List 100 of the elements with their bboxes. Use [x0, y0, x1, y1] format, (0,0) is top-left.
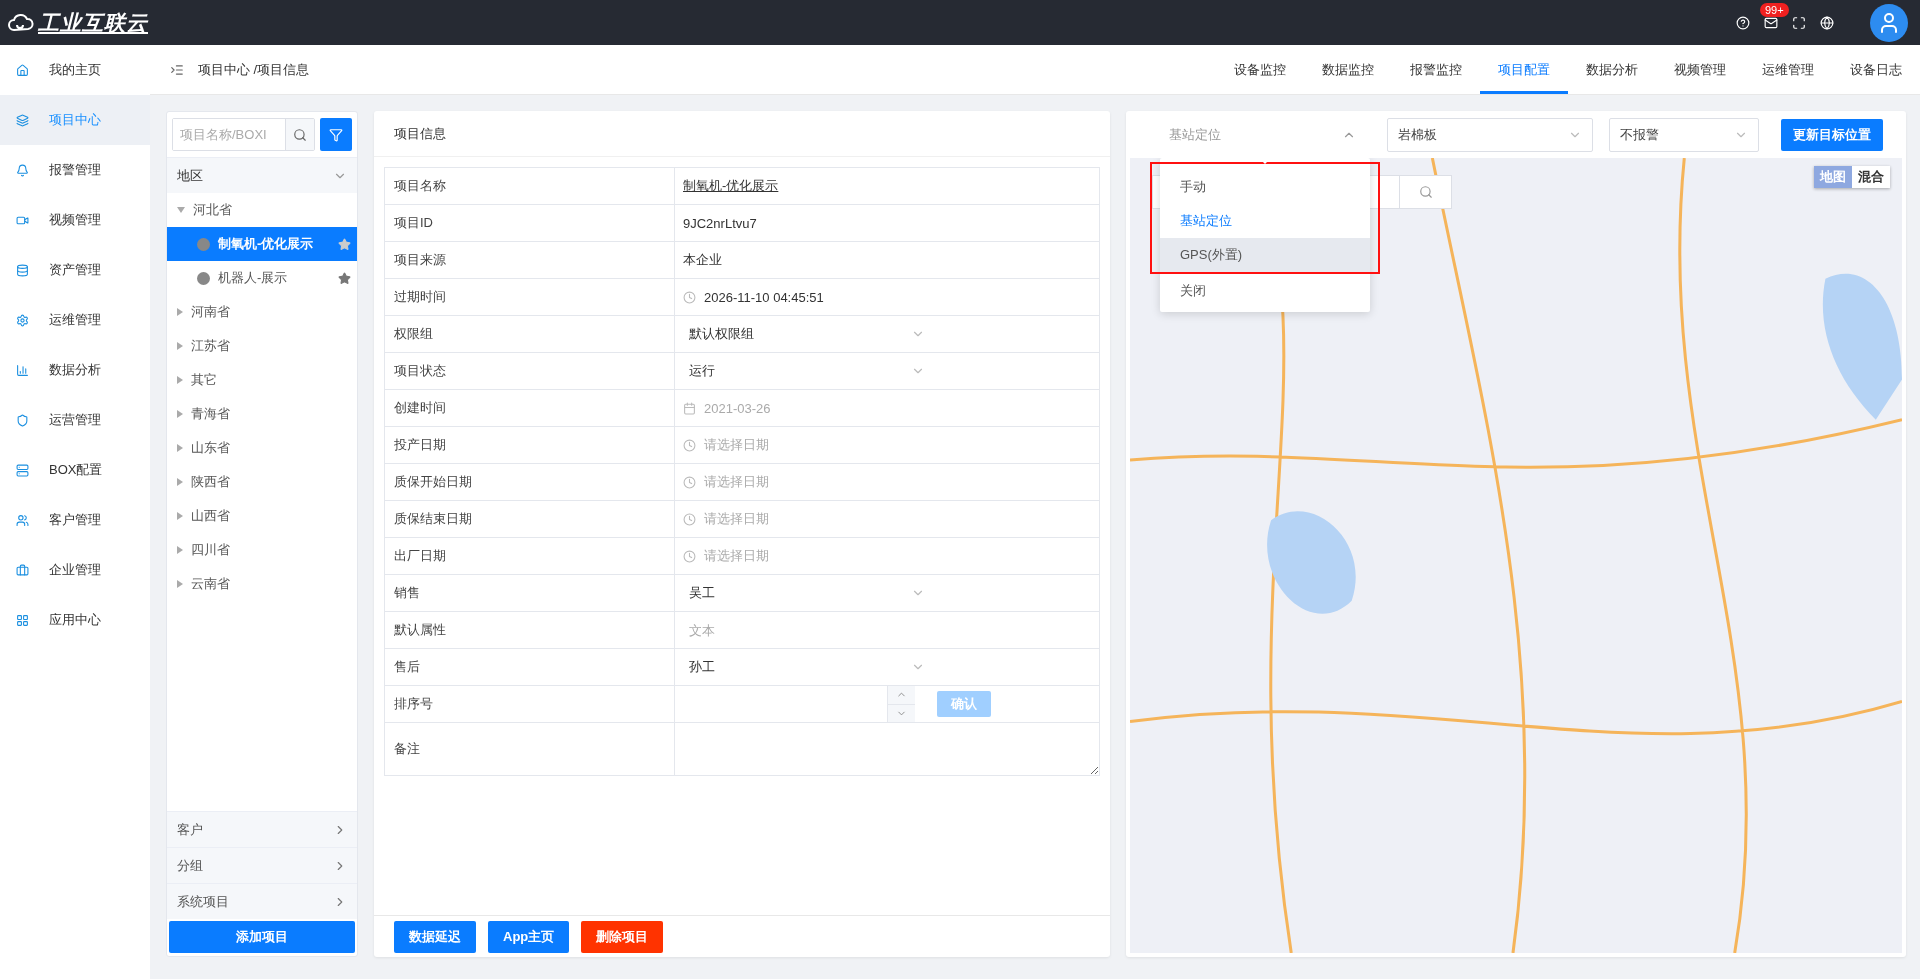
home-icon [16, 63, 29, 77]
field-label: 投产日期 [385, 427, 675, 463]
add-project-button[interactable]: 添加项目 [169, 921, 355, 953]
status-dot-icon [197, 271, 210, 285]
calendar-icon [683, 401, 696, 415]
dropdown-option[interactable]: GPS(外置) [1160, 238, 1370, 272]
group-row[interactable]: 系统项目 [167, 883, 357, 919]
user-avatar[interactable] [1870, 3, 1908, 42]
field-label: 质保开始日期 [385, 464, 675, 500]
tree-node[interactable]: 山西省 [167, 499, 357, 533]
grid-icon [16, 613, 29, 627]
nav-tab[interactable]: 数据监控 [1304, 45, 1392, 94]
layers-icon [16, 113, 29, 127]
field-label: 权限组 [385, 316, 675, 352]
tree-node[interactable]: 云南省 [167, 567, 357, 601]
server-icon [16, 463, 29, 477]
search-field[interactable]: 项目名称/BOXI [172, 118, 315, 151]
group-row[interactable]: 分组 [167, 847, 357, 883]
nav-tab[interactable]: 设备日志 [1832, 45, 1920, 94]
group-header[interactable]: 地区 [167, 157, 357, 193]
field-label: 默认属性 [385, 612, 675, 648]
globe-icon[interactable] [1820, 15, 1834, 30]
dropdown-option[interactable]: 手动 [1160, 170, 1370, 204]
tree-node[interactable]: 山东省 [167, 431, 357, 465]
field-label: 备注 [385, 723, 675, 775]
group-row[interactable]: 客户 [167, 811, 357, 847]
star-icon[interactable] [338, 237, 351, 251]
select-field[interactable]: 孙工 [683, 658, 933, 676]
select-field[interactable]: 运行 [683, 362, 933, 380]
date-value[interactable]: 2026-11-10 04:45:51 [704, 289, 824, 305]
clock-icon [683, 549, 696, 563]
tree-node[interactable]: 河北省 [167, 193, 357, 227]
fullscreen-icon[interactable] [1792, 15, 1806, 30]
map-type-toggle[interactable]: 混合 [1852, 166, 1890, 188]
clock-icon [683, 438, 696, 452]
nav-tab[interactable]: 数据分析 [1568, 45, 1656, 94]
nav-tab[interactable]: 运维管理 [1744, 45, 1832, 94]
clock-icon [683, 512, 696, 526]
group-title: 分组 [177, 856, 203, 875]
nav-tab[interactable]: 报警监控 [1392, 45, 1480, 94]
tree-node[interactable]: 其它 [167, 363, 357, 397]
cloud-logo-icon [8, 11, 34, 34]
status-dot-icon [197, 237, 210, 251]
nav-tab[interactable]: 项目配置 [1480, 45, 1568, 94]
nav-tab[interactable]: 设备监控 [1216, 45, 1304, 94]
users-icon [16, 513, 29, 527]
mail-icon[interactable] [1764, 15, 1778, 30]
tree-node[interactable]: 河南省 [167, 295, 357, 329]
search-button[interactable] [285, 119, 314, 150]
action-button[interactable]: App主页 [488, 920, 570, 953]
tree-node[interactable]: 四川省 [167, 533, 357, 567]
tree-leaf[interactable]: 制氧机-优化展示 [167, 227, 357, 261]
material-select[interactable]: 岩棉板 [1387, 117, 1593, 152]
search-icon [1418, 185, 1433, 199]
field-label: 过期时间 [385, 279, 675, 315]
field-label: 出厂日期 [385, 538, 675, 574]
help-icon[interactable] [1736, 15, 1750, 30]
chart-icon [16, 363, 29, 377]
clock-icon [683, 475, 696, 489]
action-button[interactable]: 数据延迟 [394, 920, 476, 953]
tree-leaf[interactable]: 机器人-展示 [167, 261, 357, 295]
group-title: 地区 [177, 166, 203, 185]
clock-icon [683, 290, 696, 304]
search-icon [293, 127, 307, 142]
bell-icon [16, 163, 29, 177]
logo-text: 工业互联云 [38, 9, 148, 36]
delete-button[interactable]: 删除项目 [581, 920, 664, 953]
field-label: 项目ID [385, 205, 675, 241]
field-label: 项目状态 [385, 353, 675, 389]
dropdown-option[interactable]: 基站定位 [1160, 204, 1370, 238]
panel-title: 项目信息 [394, 124, 446, 143]
filter-button[interactable] [320, 118, 352, 151]
field-label: 销售 [385, 575, 675, 611]
field-label: 排序号 [385, 686, 675, 722]
briefcase-icon [16, 563, 29, 577]
shield-icon [16, 413, 29, 427]
group-title: 系统项目 [177, 892, 229, 911]
update-position-button[interactable]: 更新目标位置 [1781, 118, 1883, 151]
project-name-link[interactable]: 制氧机-优化展示 [683, 177, 779, 195]
field-label: 售后 [385, 649, 675, 685]
tree-node[interactable]: 江苏省 [167, 329, 357, 363]
field-value: 9JC2nrLtvu7 [683, 215, 757, 231]
nav-tab[interactable]: 视频管理 [1656, 45, 1744, 94]
alarm-select[interactable]: 不报警 [1609, 117, 1759, 152]
tree-node[interactable]: 陕西省 [167, 465, 357, 499]
field-label: 质保结束日期 [385, 501, 675, 537]
field-label: 项目来源 [385, 242, 675, 278]
dropdown-option[interactable]: 关闭 [1160, 274, 1370, 308]
database-icon [16, 263, 29, 277]
menu-icon[interactable] [170, 62, 184, 77]
select-field[interactable]: 默认权限组 [683, 325, 933, 343]
star-icon[interactable] [338, 271, 351, 285]
notification-badge: 99+ [1760, 2, 1789, 17]
tree-node[interactable]: 青海省 [167, 397, 357, 431]
filter-icon [329, 127, 343, 142]
select-field[interactable]: 吴工 [683, 584, 933, 602]
breadcrumb: 项目中心 /项目信息 [198, 60, 310, 79]
field-value: 本企业 [683, 251, 722, 269]
field-label: 创建时间 [385, 390, 675, 426]
map-placeholder[interactable]: 手动 基站定位 GPS(外置) 关闭 地图 混合 [1130, 158, 1902, 953]
